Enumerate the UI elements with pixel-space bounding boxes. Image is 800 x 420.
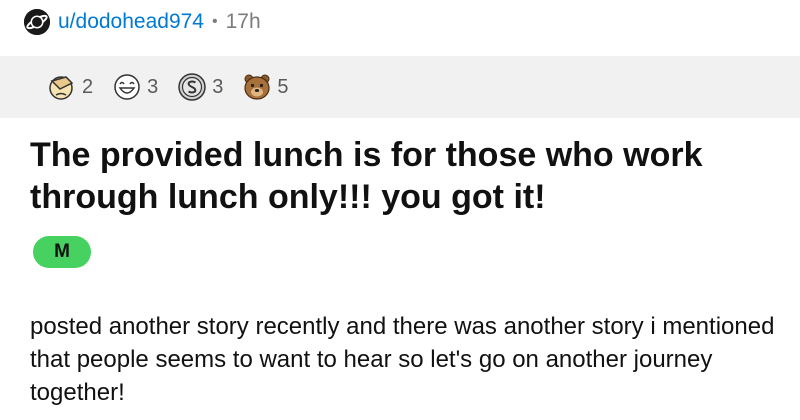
author-link[interactable]: u/dodohead974 <box>58 10 204 34</box>
award-silver[interactable]: 3 <box>176 71 223 103</box>
post-title[interactable]: The provided lunch is for those who work… <box>30 134 780 218</box>
award-facepalm[interactable]: 2 <box>46 71 93 103</box>
post-flair[interactable]: M <box>33 236 91 268</box>
award-count: 3 <box>147 75 159 98</box>
award-count: 5 <box>277 75 289 98</box>
planet-icon <box>24 9 50 35</box>
post-body: posted another story recently and there … <box>30 313 775 406</box>
silver-coin-award-icon <box>178 73 206 101</box>
award-count: 2 <box>82 75 94 98</box>
post-header: u/dodohead974 • 17h <box>24 6 261 38</box>
awards-bar[interactable]: 2 3 3 5 <box>0 56 800 118</box>
user-avatar[interactable] <box>24 9 50 35</box>
award-bear[interactable]: 5 <box>241 71 289 103</box>
facepalm-award-icon <box>49 76 74 100</box>
bear-award-icon <box>244 74 270 100</box>
post-age: 17h <box>225 10 261 33</box>
award-count: 3 <box>212 75 224 98</box>
award-laughing[interactable]: 3 <box>111 71 158 103</box>
laughing-face-award-icon <box>114 74 140 100</box>
meta-separator: • <box>212 13 218 30</box>
